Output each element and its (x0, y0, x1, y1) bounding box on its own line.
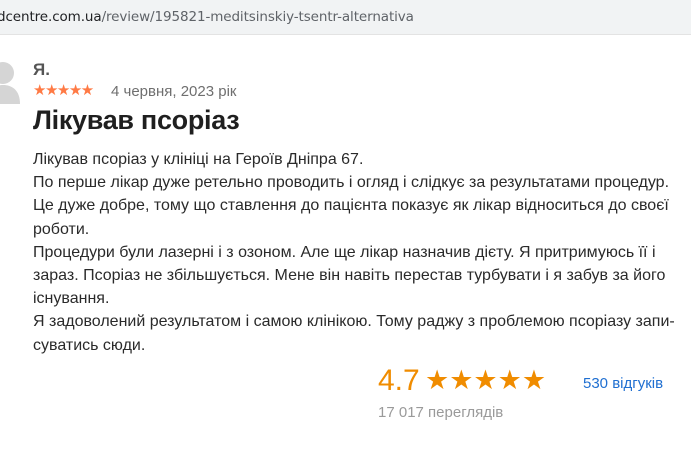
review-text-line: Я задоволений результатом і самою клінік… (33, 313, 675, 331)
review-date: 4 червня, 2023 рік (111, 83, 237, 100)
review-text-line: суватись сюди. (33, 336, 146, 354)
browser-address-bar[interactable]: dcentre.com.ua/review/195821-meditsinski… (0, 0, 691, 35)
review-body: Лікував псоріаз у клініці на Героїв Дніп… (33, 148, 691, 357)
review-text-line: Лікував псоріаз у клініці на Героїв Дніп… (33, 151, 364, 168)
review-text-line: роботи. (33, 220, 90, 238)
review-text-line: По перше лікар дуже ретельно проводить і… (33, 174, 670, 192)
url-path: /review/195821-meditsinskiy-tsentr-alter… (101, 9, 414, 25)
review-text-line: Процедури були лазерні і з озоном. Але щ… (33, 243, 656, 261)
review-rating-stars: ★★★★★ (33, 82, 94, 99)
review-title: Лікував псоріаз (33, 105, 240, 135)
overall-rating-value: 4.7 (378, 364, 420, 397)
reviews-count-link[interactable]: 530 відгуків (583, 375, 663, 392)
user-avatar-icon (0, 60, 20, 104)
review-text-line: зараз. Псоріаз не збільшується. Мене він… (33, 267, 666, 285)
review-author: Я. (33, 60, 50, 79)
url-domain: dcentre.com.ua (0, 9, 102, 25)
views-count: 17 017 переглядів (378, 404, 504, 421)
overall-rating-stars: ★★★★★ (425, 365, 547, 395)
review-text-line: Це дуже добре, тому що ставлення до паці… (33, 197, 669, 215)
review-text-line: існування. (33, 290, 110, 308)
url-text[interactable]: dcentre.com.ua/review/195821-meditsinski… (0, 9, 414, 25)
